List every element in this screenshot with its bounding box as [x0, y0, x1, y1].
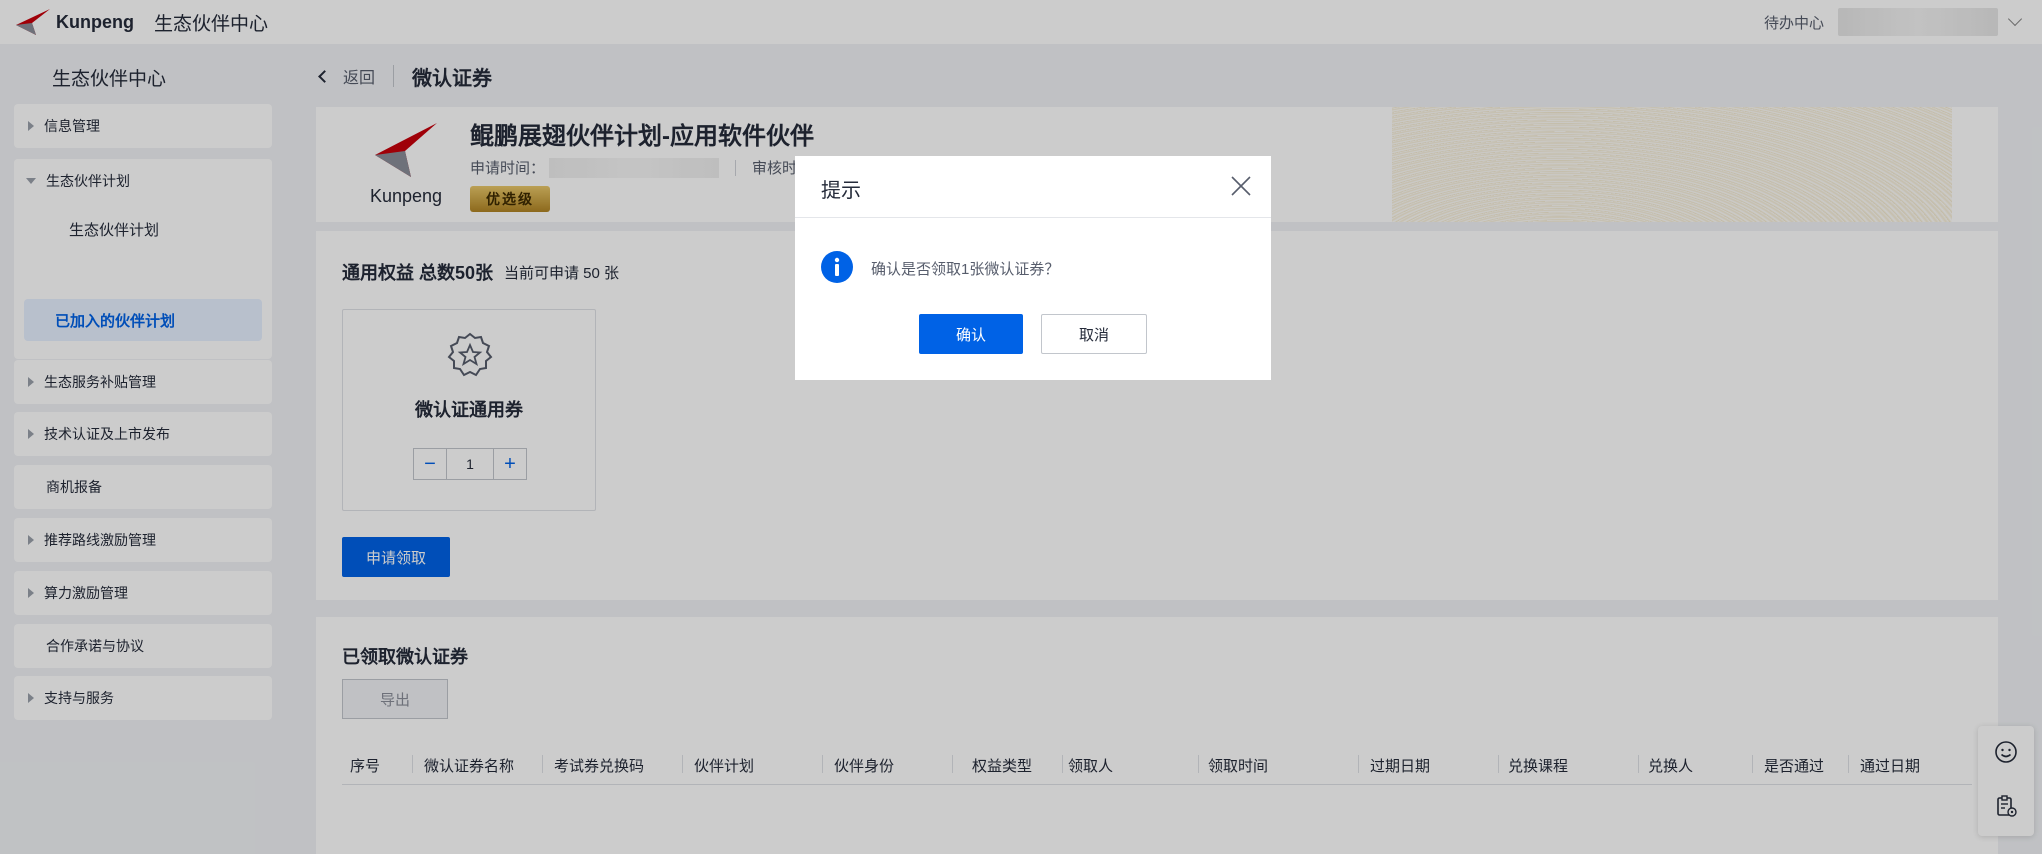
dialog-title: 提示: [821, 180, 861, 202]
cancel-button[interactable]: 取消: [1041, 314, 1147, 354]
modal-overlay[interactable]: [0, 0, 2042, 854]
close-icon[interactable]: [1231, 176, 1251, 196]
dialog-header: 提示: [795, 156, 1271, 218]
confirm-button[interactable]: 确认: [919, 314, 1023, 354]
dialog-message: 确认是否领取1张微认证券？: [871, 261, 1060, 278]
info-icon: [821, 251, 853, 283]
confirm-dialog: 提示 确认是否领取1张微认证券？ 确认 取消: [795, 156, 1271, 380]
